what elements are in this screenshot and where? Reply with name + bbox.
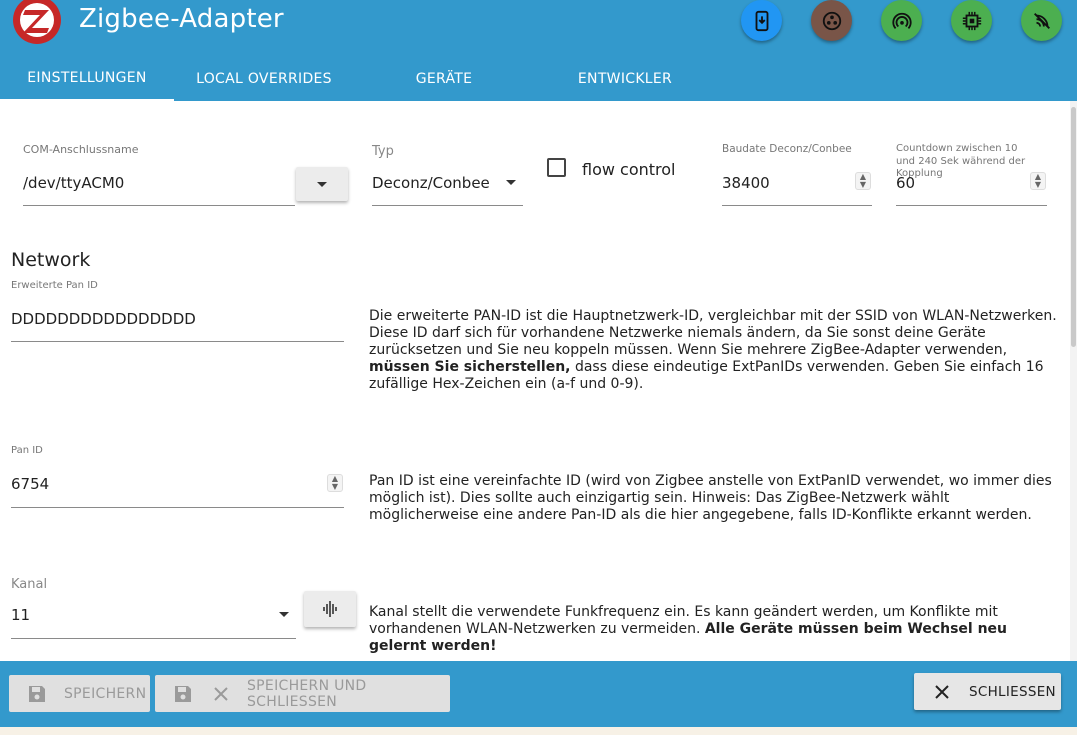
signal-scan-icon <box>1033 12 1050 29</box>
baud-label: Baudate Deconz/Conbee <box>722 143 852 155</box>
close-button[interactable]: SCHLIESSEN <box>914 673 1061 710</box>
app-title: Zigbee-Adapter <box>79 4 284 34</box>
com-port-dropdown-button[interactable] <box>296 167 348 201</box>
typ-underline <box>372 205 523 206</box>
pan-id-stepper[interactable]: ▲ ▼ <box>327 474 343 492</box>
tab-geraete[interactable]: GERÄTE <box>354 56 534 101</box>
chip-button[interactable] <box>951 0 992 41</box>
tab-bar: EINSTELLUNGEN LOCAL OVERRIDES GERÄTE ENT… <box>0 56 1077 101</box>
save-icon <box>29 685 45 702</box>
tab-local-overrides[interactable]: LOCAL OVERRIDES <box>174 56 354 101</box>
typ-label: Typ <box>372 144 394 159</box>
channel-scan-button[interactable] <box>304 591 356 627</box>
ext-pan-id-description: Die erweiterte PAN-ID ist die Hauptnetzw… <box>369 308 1057 392</box>
settings-panel: COM-Anschlussname /dev/ttyACM0 Typ Decon… <box>0 101 1077 661</box>
kanal-select[interactable]: 11 <box>11 606 30 624</box>
countdown-underline <box>896 205 1047 206</box>
countdown-input[interactable]: 60 <box>896 174 915 192</box>
footer: SPEICHERN SPEICHERN UND SCHLIESSEN SCHLI… <box>0 661 1077 727</box>
typ-select[interactable]: Deconz/Conbee <box>372 174 490 192</box>
kanal-label: Kanal <box>11 577 48 592</box>
chevron-down-icon <box>317 181 327 187</box>
baud-input[interactable]: 38400 <box>722 174 770 192</box>
save-button[interactable]: SPEICHERN <box>9 675 150 712</box>
com-port-input[interactable]: /dev/ttyACM0 <box>23 174 124 192</box>
close-button-label: SCHLIESSEN <box>969 683 1056 700</box>
network-heading: Network <box>11 249 91 271</box>
save-and-close-button[interactable]: SPEICHERN UND SCHLIESSEN <box>155 675 450 712</box>
countdown-label: Countdown zwischen 10 und 240 Sek währen… <box>896 143 1026 179</box>
app-window: Zigbee-Adapter EINSTELLUNGEN LOCAL OVERR… <box>0 0 1077 727</box>
flow-control-label: flow control <box>582 160 676 179</box>
close-icon <box>214 686 228 701</box>
kanal-underline <box>11 638 296 639</box>
com-port-label: COM-Anschlussname <box>23 143 139 156</box>
com-port-underline <box>23 205 295 206</box>
zigbee-dots-icon <box>822 11 841 30</box>
chip-icon <box>962 11 981 30</box>
typ-chevron-down-icon[interactable] <box>506 180 516 185</box>
countdown-stepper[interactable]: ▲ ▼ <box>1030 172 1046 190</box>
zigbee-dots-button[interactable] <box>811 0 852 41</box>
save-button-label: SPEICHERN <box>64 685 147 702</box>
pan-id-description: Pan ID ist eine vereinfachte ID (wird vo… <box>369 473 1052 523</box>
ext-pan-id-label: Erweiterte Pan ID <box>11 280 98 291</box>
kanal-description: Kanal stellt die verwendete Funkfrequenz… <box>369 604 1008 654</box>
mobile-download-button[interactable] <box>741 0 782 41</box>
ext-pan-id-input[interactable]: DDDDDDDDDDDDDDDD <box>11 310 196 328</box>
zigbee-logo-icon <box>13 0 61 44</box>
header: Zigbee-Adapter EINSTELLUNGEN LOCAL OVERR… <box>0 0 1077 101</box>
pan-id-underline <box>11 507 344 508</box>
baud-underline <box>722 205 872 206</box>
baud-stepper[interactable]: ▲ ▼ <box>855 172 871 190</box>
mobile-download-icon <box>755 10 768 31</box>
close-icon <box>935 684 949 699</box>
audio-wave-icon <box>323 601 337 617</box>
save-icon <box>175 685 191 702</box>
wireless-signal-icon <box>891 12 912 29</box>
ext-pan-id-underline <box>11 341 344 342</box>
tab-einstellungen[interactable]: EINSTELLUNGEN <box>0 56 174 101</box>
save-and-close-label: SPEICHERN UND SCHLIESSEN <box>247 677 367 710</box>
pan-id-label: Pan ID <box>11 445 43 456</box>
signal-scan-button[interactable] <box>1021 0 1062 41</box>
flow-control-checkbox[interactable] <box>547 158 566 177</box>
tab-entwickler[interactable]: ENTWICKLER <box>534 56 716 101</box>
scrollbar-thumb[interactable] <box>1071 107 1076 347</box>
pan-id-input[interactable]: 6754 <box>11 475 49 493</box>
wireless-signal-button[interactable] <box>881 0 922 41</box>
kanal-chevron-down-icon[interactable] <box>279 612 289 617</box>
